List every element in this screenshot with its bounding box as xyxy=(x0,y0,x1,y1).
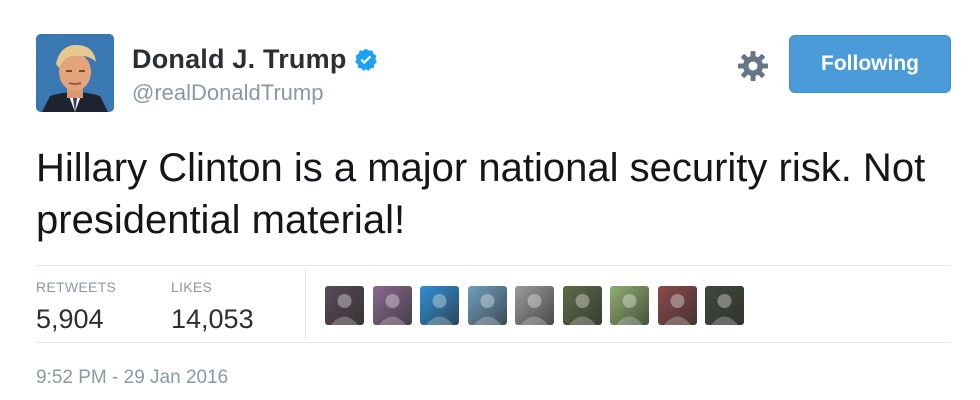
liker-avatar-7-icon[interactable] xyxy=(610,286,649,325)
liker-avatar-6-icon[interactable] xyxy=(562,286,602,325)
liker-avatar-2-icon[interactable] xyxy=(372,286,412,325)
tweet-timestamp[interactable]: 9:52 PM - 29 Jan 2016 xyxy=(36,367,228,389)
retweets-stat[interactable]: RETWEETS 5,904 xyxy=(36,279,116,335)
liker-avatar-1-icon[interactable] xyxy=(325,286,364,325)
divider xyxy=(36,342,950,343)
user-handle[interactable]: @realDonaldTrump xyxy=(132,80,323,106)
author-name-row: Donald J. Trump xyxy=(132,44,379,75)
divider xyxy=(36,265,950,266)
liker-avatar-9-icon[interactable] xyxy=(705,286,744,325)
liker-avatars xyxy=(325,286,753,325)
likes-label: LIKES xyxy=(171,279,213,295)
avatar[interactable] xyxy=(36,34,114,112)
verified-badge-icon xyxy=(353,47,379,73)
likes-count: 14,053 xyxy=(171,304,254,334)
display-name[interactable]: Donald J. Trump xyxy=(132,44,347,75)
likes-stat[interactable]: LIKES 14,053 xyxy=(171,279,254,335)
liker-avatar-3-icon[interactable] xyxy=(420,286,459,325)
retweets-count: 5,904 xyxy=(36,304,104,334)
liker-avatar-5-icon[interactable] xyxy=(515,286,554,325)
stats-separator xyxy=(305,268,306,340)
liker-avatar-4-icon[interactable] xyxy=(467,286,507,325)
following-button[interactable]: Following xyxy=(789,35,951,93)
retweets-label: RETWEETS xyxy=(36,279,117,295)
gear-icon[interactable] xyxy=(737,50,769,82)
liker-avatar-8-icon[interactable] xyxy=(657,286,697,325)
tweet-text: Hillary Clinton is a major national secu… xyxy=(36,146,926,242)
profile-photo-icon xyxy=(36,34,114,112)
